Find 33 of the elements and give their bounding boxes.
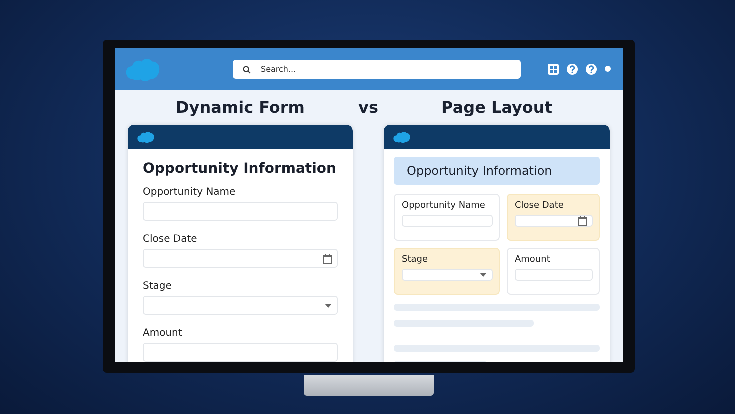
date-field[interactable] xyxy=(143,249,338,268)
caret-icon xyxy=(480,273,487,277)
cloud-logo-icon xyxy=(137,131,155,143)
calendar-icon xyxy=(578,216,587,226)
grid-icon[interactable] xyxy=(548,64,559,74)
versus-label: vs xyxy=(358,97,380,119)
comparison-title: Page Layout xyxy=(440,97,554,119)
field-label: Opportunity Name xyxy=(143,187,237,198)
input-field[interactable] xyxy=(515,269,593,281)
input-field[interactable] xyxy=(143,343,338,362)
calendar-icon xyxy=(323,254,332,264)
search-field[interactable]: Search... xyxy=(233,60,521,78)
field-label: Amount xyxy=(143,328,184,339)
field-label: Stage xyxy=(143,281,173,292)
section-title: Opportunity Information xyxy=(143,161,338,177)
cloud-logo-icon xyxy=(125,57,161,81)
dot-icon[interactable] xyxy=(605,66,611,72)
dropdown-field[interactable] xyxy=(402,269,493,281)
input-field[interactable] xyxy=(402,215,493,227)
field-label: Opportunity Name xyxy=(402,201,486,211)
help-icon[interactable] xyxy=(586,64,597,74)
field-label: Close Date xyxy=(515,201,565,211)
dropdown-field[interactable] xyxy=(143,296,338,315)
field-label: Stage xyxy=(402,255,430,265)
comparison-title: Dynamic Form xyxy=(175,97,306,119)
date-field[interactable] xyxy=(515,215,593,227)
help-icon[interactable] xyxy=(567,64,578,74)
cloud-logo-icon xyxy=(393,131,411,143)
section-title: Opportunity Information xyxy=(407,164,552,178)
input-field[interactable] xyxy=(143,202,338,221)
caret-icon xyxy=(325,304,332,308)
field-label: Amount xyxy=(515,255,552,265)
field-label: Close Date xyxy=(143,234,198,245)
